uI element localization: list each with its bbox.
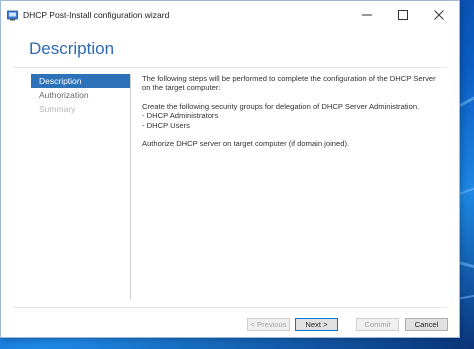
- header-divider: [13, 67, 447, 68]
- minimize-icon: [362, 14, 372, 16]
- nav-item-summary: Summary: [39, 104, 76, 114]
- nav-divider: [130, 74, 131, 299]
- close-icon: [434, 10, 444, 20]
- next-button[interactable]: Next >: [295, 318, 338, 331]
- group-dhcp-users: - DHCP Users: [142, 120, 190, 130]
- group-dhcp-administrators: - DHCP Administrators: [142, 111, 219, 121]
- intro-text: The following steps will be performed to…: [142, 74, 436, 93]
- authorize-text: Authorize DHCP server on target computer…: [142, 139, 350, 149]
- wizard-nav: Description Authorization Summary: [31, 74, 130, 116]
- window-title: DHCP Post-Install configuration wizard: [23, 10, 170, 20]
- description-content: The following steps will be performed to…: [142, 74, 442, 148]
- groups-intro-text: Create the following security groups for…: [142, 101, 420, 111]
- maximize-icon: [398, 10, 408, 20]
- nav-item-authorization[interactable]: Authorization: [31, 88, 130, 102]
- previous-button[interactable]: < Previous: [247, 318, 290, 331]
- nav-item-description[interactable]: Description: [31, 74, 130, 88]
- footer-divider: [13, 307, 447, 308]
- wizard-window: DHCP Post-Install configuration wizard D…: [0, 0, 460, 338]
- close-button[interactable]: [421, 1, 457, 29]
- cancel-button[interactable]: Cancel: [405, 318, 448, 331]
- dhcp-wizard-icon: [7, 10, 18, 21]
- page-title: Description: [29, 39, 115, 58]
- commit-button[interactable]: Commit: [356, 318, 399, 331]
- maximize-button[interactable]: [385, 1, 421, 29]
- minimize-button[interactable]: [349, 1, 385, 29]
- title-bar[interactable]: DHCP Post-Install configuration wizard: [1, 1, 459, 31]
